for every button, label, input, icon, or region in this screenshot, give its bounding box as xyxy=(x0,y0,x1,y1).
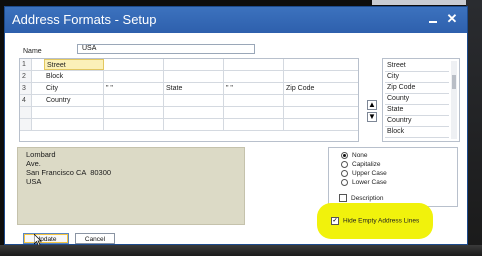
list-item[interactable]: Block xyxy=(385,127,449,138)
grid-cell[interactable] xyxy=(104,59,164,70)
grid-cell[interactable] xyxy=(164,107,224,118)
grid-cell[interactable] xyxy=(164,95,224,106)
scrollbar-thumb[interactable] xyxy=(452,75,456,89)
grid-cell[interactable] xyxy=(224,119,284,130)
table-row[interactable] xyxy=(20,119,358,131)
preview-line: USA xyxy=(26,177,42,186)
address-format-grid: 1 Street 2 Block 3 City " " State " " Zi… xyxy=(19,58,359,142)
update-button[interactable]: Update xyxy=(23,233,69,244)
close-icon[interactable]: ✕ xyxy=(445,11,459,27)
row-number: 3 xyxy=(20,83,32,94)
preview-line: San Francisco CA 80300 xyxy=(26,168,112,177)
row-number: 4 xyxy=(20,95,32,106)
desktop-edge xyxy=(466,0,482,256)
window-title: Address Formats - Setup xyxy=(12,12,157,27)
name-label: Name xyxy=(23,48,42,55)
grid-cell[interactable] xyxy=(224,59,284,70)
radio-label: Capitalize xyxy=(352,161,381,168)
grid-cell[interactable] xyxy=(164,59,224,70)
taskbar-strip xyxy=(0,245,482,256)
grid-cell[interactable] xyxy=(224,95,284,106)
radio-button[interactable] xyxy=(341,178,348,186)
radio-button[interactable] xyxy=(341,160,348,168)
description-checkbox-row[interactable]: Description xyxy=(339,194,384,203)
table-row[interactable]: 1 Street xyxy=(20,59,358,71)
cancel-button[interactable]: Cancel xyxy=(75,233,115,244)
preview-line: Ave. xyxy=(26,159,41,168)
grid-cell[interactable]: Street xyxy=(44,59,104,70)
grid-cell[interactable]: City xyxy=(44,83,104,94)
radio-capitalize[interactable]: Capitalize xyxy=(341,160,381,169)
grid-cell[interactable] xyxy=(104,119,164,130)
grid-cell[interactable] xyxy=(104,107,164,118)
grid-cell[interactable] xyxy=(284,95,358,106)
address-formats-window: Address Formats - Setup ✕ Name USA 1 Str… xyxy=(4,6,468,246)
radio-button[interactable] xyxy=(341,169,348,177)
table-row[interactable] xyxy=(20,107,358,119)
address-preview: Lombard Ave. San Francisco CA 80300 USA xyxy=(17,147,245,225)
arrow-down-icon: ▼ xyxy=(368,112,376,121)
minimize-icon[interactable] xyxy=(427,11,439,27)
hide-empty-lines-label: Hide Empty Address Lines xyxy=(343,217,420,225)
table-row[interactable]: 2 Block xyxy=(20,71,358,83)
grid-cell[interactable]: " " xyxy=(104,83,164,94)
radio-none[interactable]: None xyxy=(341,151,368,160)
grid-cell[interactable] xyxy=(104,95,164,106)
arrow-up-icon: ▲ xyxy=(368,100,376,109)
radio-upper-case[interactable]: Upper Case xyxy=(341,169,387,178)
case-options-box: None Capitalize Upper Case Lower Case De… xyxy=(328,147,458,207)
grid-cell[interactable] xyxy=(224,107,284,118)
move-down-button[interactable]: ▼ xyxy=(367,112,377,122)
title-bar[interactable]: Address Formats - Setup ✕ xyxy=(5,7,467,33)
radio-label: None xyxy=(352,152,368,159)
row-number xyxy=(20,107,32,118)
grid-cell[interactable]: " " xyxy=(224,83,284,94)
grid-cell[interactable] xyxy=(284,59,358,70)
table-row[interactable]: 3 City " " State " " Zip Code xyxy=(20,83,358,95)
description-label: Description xyxy=(351,195,384,202)
move-up-button[interactable]: ▲ xyxy=(367,100,377,110)
list-item[interactable]: City xyxy=(385,72,449,83)
radio-label: Lower Case xyxy=(352,179,387,186)
available-fields-list: Street City Zip Code County State Countr… xyxy=(382,58,460,142)
description-checkbox[interactable] xyxy=(339,194,347,203)
grid-cell[interactable] xyxy=(284,119,358,130)
grid-cell[interactable] xyxy=(164,119,224,130)
hide-empty-lines-checkbox[interactable]: ✓ xyxy=(331,217,339,225)
row-number xyxy=(20,119,32,130)
table-row[interactable]: 4 Country xyxy=(20,95,358,107)
grid-cell[interactable] xyxy=(224,71,284,82)
grid-cell[interactable]: Zip Code xyxy=(284,83,358,94)
radio-lower-case[interactable]: Lower Case xyxy=(341,178,387,187)
grid-cell[interactable] xyxy=(284,107,358,118)
radio-button[interactable] xyxy=(341,151,348,159)
row-number: 1 xyxy=(20,59,32,70)
grid-cell[interactable]: State xyxy=(164,83,224,94)
list-item[interactable]: Zip Code xyxy=(385,83,449,94)
name-input[interactable]: USA xyxy=(77,44,255,54)
grid-cell[interactable] xyxy=(164,71,224,82)
list-item[interactable]: State xyxy=(385,105,449,116)
grid-cell[interactable] xyxy=(44,107,104,118)
list-item[interactable]: County xyxy=(385,94,449,105)
list-item[interactable]: Country xyxy=(385,116,449,127)
list-item[interactable]: Street xyxy=(385,61,449,72)
radio-label: Upper Case xyxy=(352,170,387,177)
grid-cell[interactable] xyxy=(104,71,164,82)
row-number: 2 xyxy=(20,71,32,82)
hide-empty-lines-row[interactable]: ✓ Hide Empty Address Lines xyxy=(331,217,419,225)
field-list-scrollbar[interactable] xyxy=(451,61,457,139)
grid-cell[interactable] xyxy=(284,71,358,82)
preview-line: Lombard xyxy=(26,150,56,159)
grid-cell[interactable]: Block xyxy=(44,71,104,82)
grid-cell[interactable]: Country xyxy=(44,95,104,106)
grid-cell[interactable] xyxy=(44,119,104,130)
